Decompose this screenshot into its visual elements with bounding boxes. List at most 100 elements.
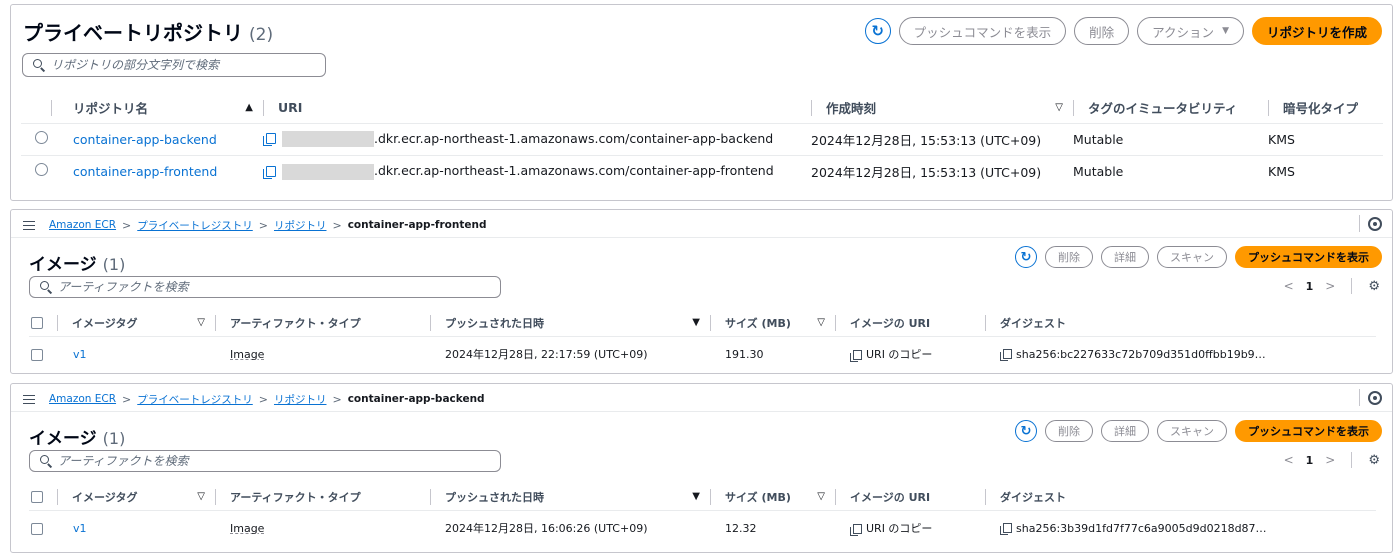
images-title: イメージ [29, 255, 97, 275]
scan-button[interactable]: スキャン [1157, 420, 1227, 442]
details-button[interactable]: 詳細 [1101, 420, 1149, 442]
chevron-right-icon: > [122, 392, 132, 406]
repository-link[interactable]: container-app-frontend [73, 164, 217, 179]
refresh-button[interactable]: ↻ [864, 18, 891, 44]
select-all-checkbox[interactable] [31, 491, 43, 504]
encryption-type: KMS [1268, 122, 1383, 155]
table-row: container-app-backend .dkr.ecr.ap-northe… [21, 122, 1383, 155]
image-size: 12.32 [710, 509, 835, 546]
redacted-account-id [282, 131, 374, 148]
image-actions: ↻ 削除 詳細 スキャン プッシュコマンドを表示 [1015, 246, 1382, 268]
chevron-right-icon: > [258, 392, 268, 406]
copy-uri-button[interactable]: URI のコピー [850, 522, 932, 536]
hamburger-icon[interactable] [23, 220, 35, 231]
delete-button[interactable]: 削除 [1045, 420, 1093, 442]
column-header-artifact-type[interactable]: アーティファクト・タイプ [215, 484, 430, 510]
chevron-left-icon[interactable]: < [1284, 453, 1294, 467]
chevron-right-icon[interactable]: > [1325, 279, 1335, 293]
repositories-table: リポジトリ名▲ URI 作成時刻▽ タグのイミュータビリティ 暗号化タイプ [21, 93, 1383, 187]
caret-down-icon: ▼ [1222, 26, 1229, 36]
column-header-created[interactable]: 作成時刻 ▽ [811, 93, 1073, 123]
refresh-icon: ↻ [1020, 423, 1032, 439]
chevron-right-icon: > [332, 392, 342, 406]
view-push-commands-button[interactable]: プッシュコマンドを表示 [898, 17, 1067, 45]
images-table: イメージタグ ▽ アーティファクト・タイプ プッシュされた日時 ▼ サイズ (MB)… [29, 484, 1376, 546]
row-checkbox[interactable] [31, 348, 43, 361]
delete-button[interactable]: 削除 [1074, 17, 1130, 45]
repository-link[interactable]: container-app-backend [73, 132, 217, 147]
column-header-tag-immutability[interactable]: タグのイミュータビリティ [1073, 93, 1268, 123]
frontend-images-panel: Amazon ECR > プライベートレジストリ > リポジトリ > conta… [10, 209, 1393, 374]
repository-uri: .dkr.ecr.ap-northeast-1.amazonaws.com/co… [374, 130, 774, 146]
breadcrumb-repositories[interactable]: リポジトリ [274, 218, 327, 233]
table-row: container-app-frontend .dkr.ecr.ap-north… [21, 154, 1383, 187]
column-header-size[interactable]: サイズ (MB) ▽ [710, 484, 835, 510]
column-header-digest[interactable]: ダイジェスト [985, 310, 1376, 336]
select-all-checkbox[interactable] [31, 317, 43, 330]
page-number[interactable]: 1 [1306, 454, 1314, 467]
scan-button[interactable]: スキャン [1157, 246, 1227, 268]
breadcrumb-private-registry[interactable]: プライベートレジストリ [137, 218, 253, 233]
repositories-panel: プライベートリポジトリ (2) ↻ プッシュコマンドを表示 削除 アクション ▼… [10, 4, 1393, 201]
breadcrumb-private-registry[interactable]: プライベートレジストリ [137, 392, 253, 407]
create-repository-button[interactable]: リポジトリを作成 [1251, 17, 1382, 45]
copy-digest-button[interactable]: sha256:bc227633c72b709d351d0ffbb19b9… [1000, 348, 1266, 362]
images-header: イメージ (1) [29, 424, 125, 449]
row-checkbox[interactable] [31, 522, 43, 535]
column-header-size[interactable]: サイズ (MB) ▽ [710, 310, 835, 336]
row-radio[interactable] [35, 163, 48, 177]
images-title: イメージ [29, 429, 97, 449]
image-tag-link[interactable]: v1 [73, 348, 87, 361]
gear-icon[interactable]: ⚙ [1368, 453, 1380, 468]
artifact-search-input[interactable] [58, 280, 481, 294]
column-header-image-tag[interactable]: イメージタグ ▽ [57, 484, 215, 510]
delete-button[interactable]: 削除 [1045, 246, 1093, 268]
breadcrumb-ecr[interactable]: Amazon ECR [49, 393, 116, 405]
page-number[interactable]: 1 [1306, 280, 1314, 293]
help-icon[interactable] [1368, 391, 1382, 405]
chevron-right-icon[interactable]: > [1325, 453, 1335, 467]
sort-desc-icon: ▽ [197, 491, 205, 503]
copy-digest-button[interactable]: sha256:3b39d1fd7f77c6a9005d9d0218d87… [1000, 522, 1267, 536]
column-header-repository-name[interactable]: リポジトリ名 ▲ [73, 93, 263, 123]
breadcrumb-repositories[interactable]: リポジトリ [274, 392, 327, 407]
gear-icon[interactable]: ⚙ [1368, 279, 1380, 294]
column-header-digest[interactable]: ダイジェスト [985, 484, 1376, 510]
hamburger-icon[interactable] [23, 394, 35, 405]
column-header-pushed-at[interactable]: プッシュされた日時 ▼ [430, 484, 710, 510]
created-time: 2024年12月28日, 15:53:13 (UTC+09) [811, 122, 1073, 155]
sort-desc-icon: ▼ [692, 491, 700, 503]
column-header-image-tag[interactable]: イメージタグ ▽ [57, 310, 215, 336]
view-push-commands-button[interactable]: プッシュコマンドを表示 [1235, 420, 1382, 442]
column-header-uri[interactable]: URI [263, 93, 811, 123]
image-tag-link[interactable]: v1 [73, 522, 87, 535]
artifact-search [29, 276, 501, 298]
copy-icon[interactable] [263, 133, 276, 147]
artifact-search-input[interactable] [58, 454, 481, 468]
column-header-pushed-at[interactable]: プッシュされた日時 ▼ [430, 310, 710, 336]
column-header-image-uri[interactable]: イメージの URI [835, 310, 985, 336]
pagination: < 1 > ⚙ [1284, 452, 1380, 468]
actions-dropdown[interactable]: アクション ▼ [1137, 17, 1244, 45]
copy-icon[interactable] [263, 165, 276, 179]
breadcrumb-ecr[interactable]: Amazon ECR [49, 219, 116, 231]
column-header-image-uri[interactable]: イメージの URI [835, 484, 985, 510]
copy-icon [1000, 523, 1012, 536]
refresh-button[interactable]: ↻ [1015, 246, 1037, 268]
chevron-left-icon[interactable]: < [1284, 279, 1294, 293]
repository-search-input[interactable] [51, 58, 323, 72]
breadcrumb: Amazon ECR > プライベートレジストリ > リポジトリ > conta… [23, 390, 485, 408]
column-header-artifact-type[interactable]: アーティファクト・タイプ [215, 310, 430, 336]
artifact-type: Image [230, 347, 265, 361]
help-icon[interactable] [1368, 217, 1382, 231]
details-button[interactable]: 詳細 [1101, 246, 1149, 268]
chevron-right-icon: > [332, 218, 342, 232]
images-count: (1) [102, 255, 126, 274]
backend-images-panel: Amazon ECR > プライベートレジストリ > リポジトリ > conta… [10, 383, 1393, 553]
column-header-encryption[interactable]: 暗号化タイプ [1268, 93, 1383, 123]
copy-uri-button[interactable]: URI のコピー [850, 348, 932, 362]
copy-icon [850, 349, 862, 362]
view-push-commands-button[interactable]: プッシュコマンドを表示 [1235, 246, 1382, 268]
refresh-button[interactable]: ↻ [1015, 420, 1037, 442]
row-radio[interactable] [35, 131, 48, 144]
